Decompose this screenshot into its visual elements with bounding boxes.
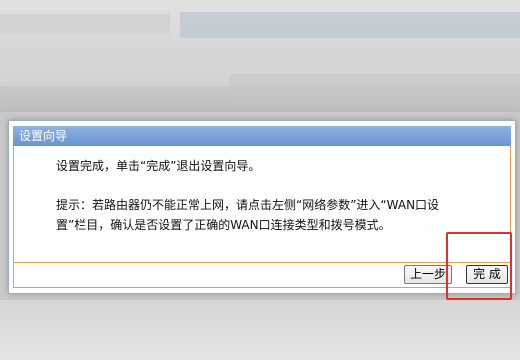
blurred-background-block (230, 74, 520, 104)
previous-step-button[interactable]: 上一步 (404, 265, 452, 284)
blurred-background-block (0, 14, 170, 34)
dialog-body: 设置完成，单击“完成”退出设置向导。 提示：若路由器仍不能正常上网，请点击左侧“… (13, 146, 511, 262)
setup-wizard-dialog: 设置向导 设置完成，单击“完成”退出设置向导。 提示：若路由器仍不能正常上网，请… (8, 120, 516, 294)
completion-message: 设置完成，单击“完成”退出设置向导。 (56, 159, 261, 173)
tip-text-line-1: 提示：若路由器仍不能正常上网，请点击左侧“网络参数”进入“WAN口设 (56, 198, 440, 212)
blurred-background-bottom (0, 300, 520, 360)
dialog-title: 设置向导 (13, 126, 511, 146)
blurred-background-block (180, 12, 520, 38)
dialog-footer: 上一步 完 成 (13, 262, 511, 288)
tip-text-line-2: 置”栏目，确认是否设置了正确的WAN口连接类型和拨号模式。 (56, 218, 391, 232)
highlight-box (446, 232, 512, 300)
